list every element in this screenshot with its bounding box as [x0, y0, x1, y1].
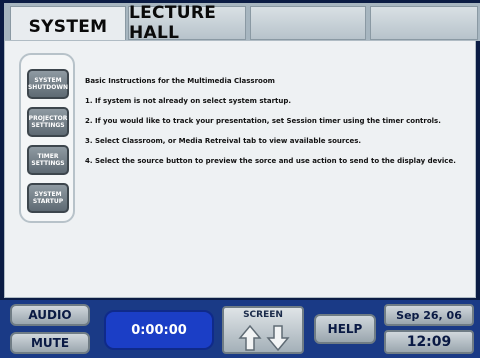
- control-panel-screen: SYSTEM LECTURE HALL SYSTEM SHUTDOWN PROJ…: [0, 0, 480, 358]
- instruction-step: 2. If you would like to track your prese…: [85, 117, 441, 125]
- help-button[interactable]: HELP: [314, 314, 376, 344]
- arrow-up-icon[interactable]: [238, 324, 262, 352]
- tab-empty-4[interactable]: [370, 6, 478, 40]
- mute-button[interactable]: MUTE: [10, 332, 90, 354]
- timer-settings-button[interactable]: TIMER SETTINGS: [27, 145, 69, 175]
- instruction-step: 3. Select Classroom, or Media Retreival …: [85, 137, 362, 145]
- screen-control: SCREEN: [222, 306, 304, 354]
- tab-bar: SYSTEM LECTURE HALL: [4, 3, 480, 46]
- bottom-control-bar: AUDIO MUTE 0:00:00 SCREEN HELP Sep 26, 0…: [0, 300, 480, 358]
- date-display: Sep 26, 06: [384, 304, 474, 326]
- arrow-down-icon[interactable]: [266, 324, 290, 352]
- instructions-heading: Basic Instructions for the Multimedia Cl…: [85, 77, 275, 85]
- instructions-text: Basic Instructions for the Multimedia Cl…: [85, 77, 471, 177]
- system-panel: SYSTEM SHUTDOWN PROJECTOR SETTINGS TIMER…: [4, 40, 476, 298]
- tab-empty-3[interactable]: [250, 6, 366, 40]
- system-startup-button[interactable]: SYSTEM STARTUP: [27, 183, 69, 213]
- tab-lecture-hall[interactable]: LECTURE HALL: [128, 3, 246, 43]
- system-shutdown-button[interactable]: SYSTEM SHUTDOWN: [27, 69, 69, 99]
- audio-button[interactable]: AUDIO: [10, 304, 90, 326]
- session-timer-display: 0:00:00: [104, 310, 214, 350]
- instruction-step: 4. Select the source button to preview t…: [85, 157, 456, 165]
- clock-display: 12:09: [384, 330, 474, 354]
- projector-settings-button[interactable]: PROJECTOR SETTINGS: [27, 107, 69, 137]
- instruction-step: 1. If system is not already on select sy…: [85, 97, 292, 105]
- screen-label: SCREEN: [243, 310, 283, 320]
- system-sidebar: SYSTEM SHUTDOWN PROJECTOR SETTINGS TIMER…: [19, 53, 75, 223]
